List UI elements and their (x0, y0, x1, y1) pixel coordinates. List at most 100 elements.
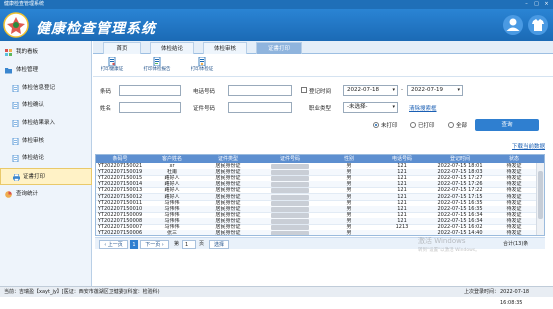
minimize-icon[interactable]: – (522, 0, 531, 9)
sidebar-item-exam-results-entry[interactable]: 体检结果录入 (0, 115, 92, 132)
doc-icon (12, 138, 19, 145)
search-form: 条码 电话号码 登记时间 2022-07-18 ▾ - 2022-07-19 ▾… (93, 78, 553, 136)
radio-not-printed-label: 未打印 (381, 123, 398, 129)
reg-time-checkbox[interactable] (301, 87, 307, 93)
column-header[interactable]: 电话号码 (374, 155, 430, 163)
sidebar-item-certificate-print[interactable]: 证書打印 (0, 168, 92, 185)
column-header[interactable]: 客户姓名 (144, 155, 200, 163)
print-exam-report-label: 打印体检报告 (143, 67, 171, 72)
date-from-picker[interactable]: 2022-07-18 ▾ (343, 85, 398, 96)
chevron-down-icon: ▾ (392, 87, 395, 93)
results-table: 条码号 客户姓名 证件类型 证件号码 性别 电话号码 登记时间 状态 YT202… (95, 154, 545, 236)
last-login-time: 2022-07-18 16:08:35 (500, 289, 530, 306)
radio-printed-label: 已打印 (418, 123, 435, 129)
table-cell-status: 待发证 (506, 230, 522, 236)
sidebar-item-dashboard[interactable]: 我的看板 (0, 44, 92, 61)
sidebar-item-exam-registration[interactable]: 体检信息登记 (0, 80, 92, 97)
date-to-value: 2022-07-19 (411, 87, 443, 93)
scrollbar-thumb[interactable] (538, 171, 543, 219)
sidebar-item-label: 体检确认 (22, 102, 45, 108)
chart-icon (5, 191, 12, 198)
tab-bar: 首页 体检结论 体检审核 证書打印 (93, 41, 553, 54)
print-exam-cert-button[interactable]: 打印体检证 (187, 57, 217, 76)
folder-icon (5, 68, 12, 74)
column-header[interactable]: 条码号 (96, 155, 144, 163)
print-health-cert-button[interactable]: 打印健康证 (97, 57, 127, 76)
barcode-label: 条码 (100, 89, 112, 95)
print-exam-report-button[interactable]: 打印体检报告 (140, 57, 174, 76)
tab-certificate-print[interactable]: 证書打印 (256, 42, 302, 54)
doc-icon (12, 155, 19, 162)
column-header[interactable]: 性别 (324, 155, 374, 163)
table-cell-idtype: 居民身份证 (215, 230, 241, 236)
goto-page-button[interactable]: 选择 (209, 240, 229, 249)
name-input[interactable] (119, 102, 181, 113)
app-header: 健康检查管理系统 (0, 9, 553, 41)
prev-page-label: 上一页 (107, 242, 123, 248)
sidebar-item-exam-confirm[interactable]: 体检确认 (0, 97, 92, 114)
column-header[interactable]: 状态 (490, 155, 538, 163)
sidebar-item-label: 体检结论 (22, 155, 45, 161)
date-separator: - (401, 87, 403, 93)
maximize-icon[interactable]: □ (532, 0, 541, 9)
app-title: 健康检查管理系统 (36, 21, 156, 37)
sidebar-item-exam-management[interactable]: 体检管理 (0, 62, 92, 79)
prev-page-button[interactable]: ‹ 上一页 (99, 240, 128, 249)
sidebar-item-exam-review[interactable]: 体检审核 (0, 133, 92, 150)
job-type-select[interactable]: -未选择- ▾ (343, 102, 398, 113)
next-page-button[interactable]: 下一页 › (140, 240, 169, 249)
current-user-info: 当前：吉瑞盈【xayt_jy】[医证：西安市莲湖区卫健委](科室：检验科) (4, 289, 160, 295)
vertical-scrollbar[interactable] (536, 163, 544, 235)
window-title: 健康检查管理系统 (4, 1, 45, 7)
sidebar: 我的看板 体检管理 体检信息登记 体检确认 体检结果录入 体检审核 体检结论 证… (0, 41, 92, 286)
phone-label: 电话号码 (193, 89, 216, 95)
print-health-cert-label: 打印健康证 (100, 67, 124, 72)
radio-printed[interactable] (410, 122, 416, 128)
user-profile-icon[interactable] (502, 14, 524, 36)
date-to-picker[interactable]: 2022-07-19 ▾ (407, 85, 463, 96)
redacted-id-number (256, 230, 324, 235)
id-number-label: 证件号码 (193, 106, 216, 112)
chevron-right-icon: › (160, 242, 164, 248)
name-label: 姓名 (100, 106, 112, 112)
phone-input[interactable] (228, 85, 292, 96)
tab-exam-review[interactable]: 体检审核 (203, 42, 247, 54)
status-bar: 当前：吉瑞盈【xayt_jy】[医证：西安市莲湖区卫健委](科室：检验科) 上次… (0, 286, 553, 306)
report-icon (153, 57, 161, 66)
certificate-icon (198, 57, 206, 66)
id-number-input[interactable] (228, 102, 292, 113)
download-data-link[interactable]: 下载当前数据 (512, 142, 545, 150)
date-from-value: 2022-07-18 (347, 87, 379, 93)
close-icon[interactable]: × (542, 0, 551, 9)
goto-prefix: 第 (174, 241, 180, 247)
clear-search-link[interactable]: 清除搜索框 (409, 104, 437, 112)
radio-all-label: 全部 (456, 123, 468, 129)
print-icon (13, 174, 20, 181)
sidebar-item-label: 体检管理 (16, 67, 39, 73)
sidebar-item-query-stats[interactable]: 查询统计 (0, 186, 92, 203)
window-titlebar: 健康检查管理系统 – □ × (0, 0, 553, 9)
tab-home[interactable]: 首页 (103, 42, 141, 54)
table-cell-barcode: YT202207150006 (97, 230, 143, 236)
radio-all[interactable] (448, 122, 454, 128)
sidebar-item-label: 体检审核 (22, 138, 45, 144)
doc-icon (12, 102, 19, 109)
table-row[interactable]: YT202207150006 张三 居民身份证男 2022-07-15 14:40 待发… (96, 230, 538, 236)
tab-exam-conclusion[interactable]: 体检结论 (150, 42, 194, 54)
query-button[interactable]: 查询 (475, 119, 539, 131)
last-login-label: 上次登录时间： (464, 289, 500, 295)
page-number-current[interactable]: 1 (130, 240, 138, 249)
job-type-value: -未选择- (347, 104, 368, 110)
next-page-label: 下一页 (145, 242, 161, 248)
logo-icon (3, 12, 29, 38)
barcode-input[interactable] (119, 85, 181, 96)
radio-not-printed[interactable] (373, 122, 379, 128)
column-header[interactable]: 证件号码 (256, 155, 324, 163)
print-exam-cert-label: 打印体检证 (190, 67, 214, 72)
table-header: 条码号 客户姓名 证件类型 证件号码 性别 电话号码 登记时间 状态 (96, 155, 544, 163)
column-header[interactable]: 证件类型 (200, 155, 256, 163)
goto-page-input[interactable]: 1 (182, 240, 196, 249)
column-header[interactable]: 登记时间 (430, 155, 490, 163)
sidebar-item-exam-conclusion[interactable]: 体检结论 (0, 150, 92, 167)
shirt-icon[interactable] (527, 14, 549, 36)
